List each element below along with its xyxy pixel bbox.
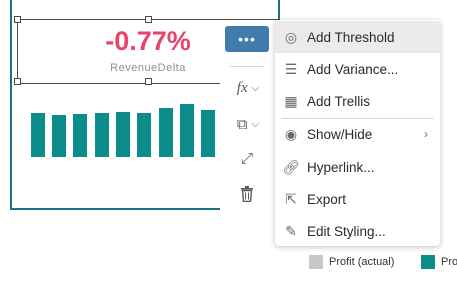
fullscreen-button[interactable]: ⤢ <box>237 148 257 168</box>
copy-button[interactable]: ⧉ ⌵ <box>230 114 266 134</box>
trellis-icon: ▦ <box>284 92 298 109</box>
bar[interactable] <box>159 108 173 157</box>
bar[interactable] <box>180 104 194 157</box>
tile-toolbar: ••• fx ⌵ ⧉ ⌵ ⤢ <box>220 20 275 210</box>
bar[interactable] <box>73 114 87 157</box>
bar[interactable] <box>95 113 109 157</box>
threshold-icon: ◎ <box>284 28 298 45</box>
context-menu: ◎ Add Threshold ☰ Add Variance... ▦ Add … <box>275 20 440 246</box>
copy-icon: ⧉ <box>236 115 248 133</box>
legend-swatch <box>309 255 323 269</box>
legend-swatch <box>421 255 435 269</box>
trash-icon <box>241 186 253 202</box>
export-icon: ⇱ <box>285 190 297 207</box>
menu-item-hyperlink[interactable]: 🔗︎ Hyperlink... <box>275 151 440 183</box>
legend-label: Profit (actual) <box>329 256 395 268</box>
menu-item-add-threshold[interactable]: ◎ Add Threshold <box>275 21 440 53</box>
formula-button[interactable]: fx ⌵ <box>230 78 266 98</box>
chevron-down-icon: ⌵ <box>251 82 260 94</box>
eye-icon: ◉ <box>284 125 298 142</box>
legend-label: Pro <box>441 256 457 268</box>
link-icon: 🔗︎ <box>282 158 300 175</box>
menu-item-add-variance[interactable]: ☰ Add Variance... <box>275 53 440 85</box>
fx-icon: fx <box>236 79 248 96</box>
toolbar-divider <box>230 66 264 67</box>
menu-item-edit-styling[interactable]: ✎ Edit Styling... <box>275 215 440 247</box>
bar[interactable] <box>137 113 151 157</box>
bar[interactable] <box>201 110 215 157</box>
menu-item-show-hide[interactable]: ◉ Show/Hide › <box>275 118 440 150</box>
bar[interactable] <box>116 112 130 157</box>
more-actions-button[interactable]: ••• <box>225 26 269 52</box>
chevron-down-icon: ⌵ <box>251 118 260 130</box>
expand-icon: ⤢ <box>240 149 253 167</box>
legend-item: Profit (actual) <box>309 255 394 269</box>
menu-item-add-trellis[interactable]: ▦ Add Trellis <box>275 85 440 117</box>
delete-button[interactable] <box>237 184 257 204</box>
bar[interactable] <box>52 115 66 157</box>
chevron-right-icon: › <box>424 127 428 141</box>
menu-item-export[interactable]: ⇱ Export <box>275 183 440 215</box>
brush-icon: ✎ <box>285 222 297 239</box>
bar[interactable] <box>31 113 45 157</box>
legend-item: Pro <box>421 255 457 269</box>
variance-icon: ☰ <box>284 60 298 77</box>
